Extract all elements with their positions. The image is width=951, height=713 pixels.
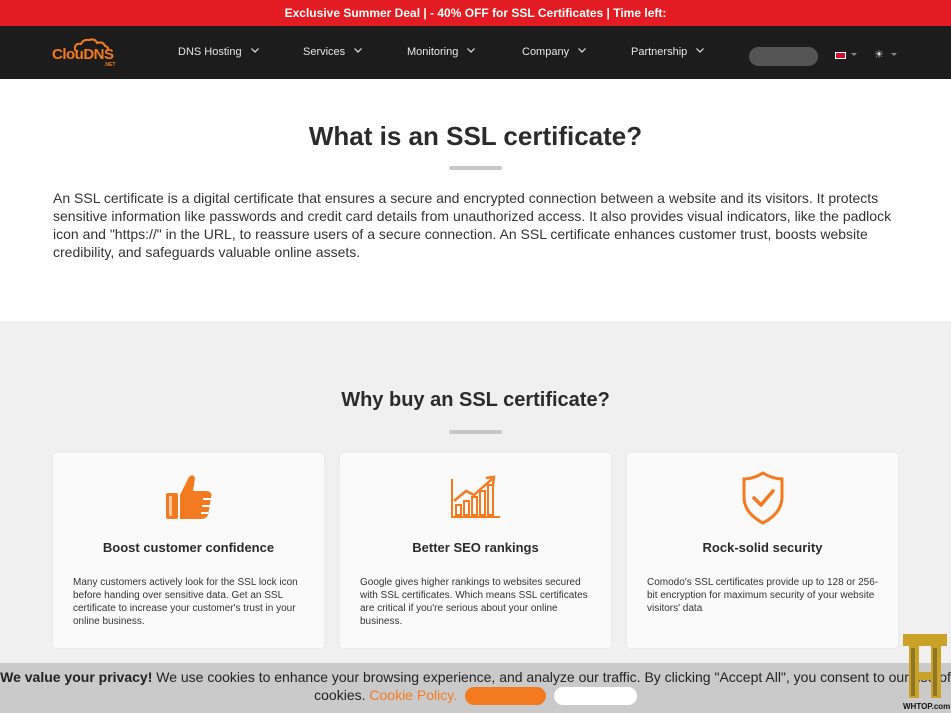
logo-subtext: .NET: [104, 62, 116, 68]
menu-partnership[interactable]: Partnership: [631, 26, 705, 79]
cookie-policy-link[interactable]: Cookie Policy.: [369, 687, 457, 703]
reject-button[interactable]: [553, 687, 637, 706]
thumbs-up-icon: [165, 475, 211, 519]
page-title: What is an SSL certificate?: [308, 121, 643, 151]
growth-chart-icon: [450, 475, 500, 518]
whtop-watermark: WHTOP.com: [899, 632, 951, 713]
cookie-text: We use cookies to enhance your browsing …: [152, 669, 951, 703]
menu-label: Monitoring: [407, 46, 459, 58]
login-button[interactable]: [749, 47, 818, 66]
chevron-down-icon: [578, 48, 587, 53]
menu-label: DNS Hosting: [178, 46, 242, 58]
logo-wordmark: ClouDNS: [52, 46, 114, 63]
chevron-down-icon: [696, 48, 705, 53]
cookie-heading: We value your privacy!: [0, 669, 153, 685]
menu-services[interactable]: Services: [303, 26, 363, 79]
main-navigation: ClouDNS .NET DNS Hosting Services Monito…: [0, 26, 951, 79]
chevron-down-icon: [250, 48, 259, 53]
section-title: Why buy an SSL certificate?: [341, 389, 610, 411]
accept-all-button[interactable]: [464, 687, 546, 706]
card-text: Google gives higher rankings to websites…: [360, 577, 588, 627]
promo-banner[interactable]: Exclusive Summer Deal | - 40% OFF for SS…: [0, 0, 951, 26]
card-text: Many customers actively look for the SSL…: [73, 577, 298, 627]
feature-card: Boost customer confidence Many customers…: [53, 453, 324, 648]
menu-monitoring[interactable]: Monitoring: [407, 26, 476, 79]
menu-label: Services: [303, 46, 346, 58]
caret-down-icon[interactable]: [851, 53, 857, 56]
menu-label: Company: [522, 46, 570, 58]
cookie-consent-banner: We value your privacy! We use cookies to…: [0, 663, 951, 713]
menu-label: Partnership: [631, 46, 688, 58]
menu-company[interactable]: Company: [522, 26, 587, 79]
card-title: Boost customer confidence: [102, 540, 275, 555]
shield-check-icon: [742, 471, 783, 525]
language-flag-icon[interactable]: [835, 52, 846, 59]
title-divider: [449, 166, 502, 170]
chevron-down-icon: [467, 48, 476, 53]
watermark-text: WHTOP.com: [903, 702, 951, 711]
feature-card: Better SEO rankings Google gives higher …: [340, 453, 611, 648]
chevron-down-icon: [354, 48, 363, 53]
caret-down-icon[interactable]: [891, 53, 897, 56]
cloudns-logo[interactable]: ClouDNS .NET: [52, 38, 116, 70]
intro-paragraph: An SSL certificate is a digital certific…: [53, 190, 892, 260]
card-title: Rock-solid security: [702, 540, 823, 555]
feature-card: Rock-solid security Comodo's SSL certifi…: [627, 453, 898, 648]
card-title: Better SEO rankings: [412, 540, 539, 555]
theme-toggle-sun-icon[interactable]: ☀: [874, 50, 884, 61]
menu-dns-hosting[interactable]: DNS Hosting: [178, 26, 259, 79]
section-divider: [449, 430, 502, 434]
whtop-logo-icon: [903, 634, 947, 698]
card-text: Comodo's SSL certificates provide up to …: [647, 577, 879, 614]
why-buy-section: Why buy an SSL certificate? Boost custom…: [0, 321, 951, 713]
ssl-intro-section: What is an SSL certificate? An SSL certi…: [0, 79, 951, 321]
